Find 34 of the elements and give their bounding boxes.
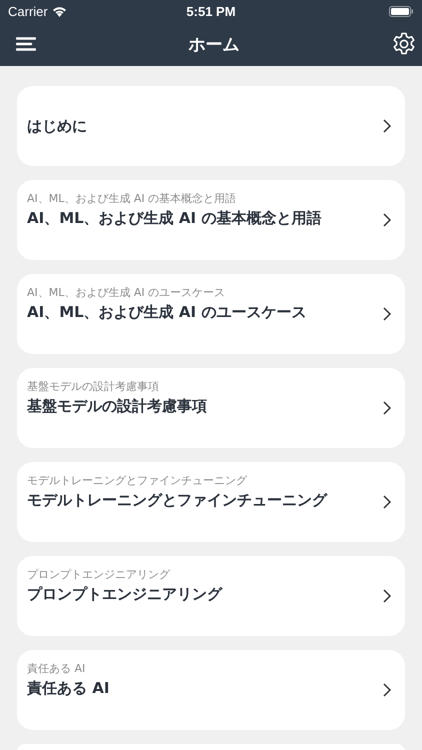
chevron-icon xyxy=(383,119,391,133)
chevron-icon xyxy=(383,589,391,603)
nav-title: ホーム xyxy=(188,34,240,56)
topic-card[interactable]: AI、ML、および生成 AI の基本概念と用語 AI、ML、および生成 AI の基本概念と用語 xyxy=(17,180,405,260)
topic-subtitle: AI、ML、および生成 AI の基本概念と用語 xyxy=(27,191,238,206)
settings-icon[interactable] xyxy=(392,32,416,56)
menu-icon[interactable] xyxy=(16,37,36,51)
topic-card[interactable]: 基盤モデルの設計考慮事項 基盤モデルの設計考慮事項 xyxy=(17,368,405,448)
topic-card[interactable]: プロンプトエンジニアリング プロンプトエンジニアリング xyxy=(17,556,405,636)
clock-time: 5:51 PM xyxy=(186,4,236,18)
topic-title: 基盤モデルの設計考慮事項 xyxy=(27,397,207,416)
chevron-icon xyxy=(383,307,391,321)
topic-title: プロンプトエンジニアリング xyxy=(27,585,222,604)
topic-title: モデルトレーニングとファインチューニング xyxy=(27,491,327,510)
topic-subtitle: AI、ML、および生成 AI のユースケース xyxy=(27,285,226,300)
topic-subtitle: 基盤モデルの設計考慮事項 xyxy=(27,379,160,394)
topic-subtitle: 責任ある AI xyxy=(27,661,86,676)
topic-card[interactable]: 責任ある AI 責任ある AI xyxy=(17,650,405,730)
topic-subtitle: モデルトレーニングとファインチューニング xyxy=(27,473,248,488)
topic-card[interactable]: AI、ML、および生成 AI のユースケース AI、ML、および生成 AI のユースケース xyxy=(17,274,405,354)
chevron-icon xyxy=(383,495,391,509)
wifi-icon xyxy=(52,6,67,16)
battery-icon xyxy=(388,6,414,16)
topic-subtitle: プロンプトエンジニアリング xyxy=(27,567,172,582)
topic-title: はじめに xyxy=(27,116,87,136)
topic-card[interactable]: はじめに xyxy=(17,86,405,166)
carrier-label: Carrier xyxy=(8,4,48,18)
chevron-icon xyxy=(383,401,391,415)
chevron-icon xyxy=(383,213,391,227)
topic-title: AI、ML、および生成 AI の基本概念と用語 xyxy=(27,209,322,228)
topic-title: AI、ML、および生成 AI のユースケース xyxy=(27,303,306,322)
topic-title: 責任ある AI xyxy=(27,679,110,698)
chevron-icon xyxy=(383,683,391,697)
topic-card[interactable]: モデルトレーニングとファインチューニング モデルトレーニングとファインチューニング xyxy=(17,462,405,542)
